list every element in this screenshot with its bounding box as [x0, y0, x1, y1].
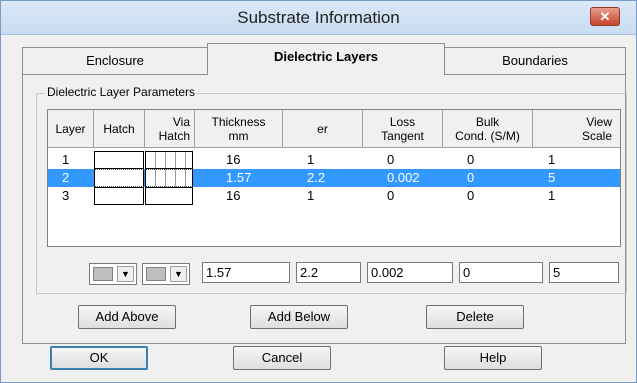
via-hatch-swatch [145, 151, 193, 169]
window-title: Substrate Information [237, 8, 400, 27]
view-scale-cell: 1 [548, 152, 556, 167]
add-below-button[interactable]: Add Below [250, 305, 348, 329]
add-above-button[interactable]: Add Above [78, 305, 176, 329]
loss-tangent-cell: 0 [387, 152, 395, 167]
thickness-cell: 1.57 [226, 170, 252, 185]
tab-enclosure[interactable]: Enclosure [22, 47, 208, 74]
title-bar: Substrate Information ✕ [1, 1, 636, 35]
close-button[interactable]: ✕ [590, 7, 620, 26]
table-row-selected[interactable]: 2 1.57 2.2 0.002 0 5 [48, 169, 620, 187]
view-scale-cell: 5 [548, 170, 556, 185]
table-row[interactable]: 3 16 1 0 0 1 [48, 187, 620, 205]
er-cell: 2.2 [307, 170, 326, 185]
layer-cell: 2 [62, 170, 70, 185]
layer-cell: 3 [62, 188, 70, 203]
loss-tangent-cell: 0.002 [387, 170, 420, 185]
dialog-window: Substrate Information ✕ Enclosure Bounda… [0, 0, 637, 383]
column-header-er: er [283, 110, 363, 148]
column-header-thickness: Thickness mm [195, 110, 283, 148]
view-scale-input[interactable]: 5 [549, 262, 619, 283]
tab-label: Boundaries [502, 53, 568, 68]
hatch-swatch [94, 187, 144, 205]
hatch-swatch [94, 151, 144, 169]
er-cell: 1 [307, 188, 315, 203]
chevron-down-icon[interactable]: ▼ [117, 266, 134, 282]
via-hatch-combo[interactable]: ▼ [142, 263, 190, 285]
thickness-cell: 16 [226, 188, 241, 203]
hatch-color-swatch [93, 267, 113, 281]
layer-cell: 1 [62, 152, 70, 167]
column-header-via-hatch: Via Hatch [145, 110, 195, 148]
bulk-cond-cell: 0 [467, 152, 475, 167]
column-header-layer: Layer [48, 110, 94, 148]
tab-label: Dielectric Layers [273, 49, 379, 64]
thickness-cell: 16 [226, 152, 241, 167]
chevron-down-icon[interactable]: ▼ [170, 266, 187, 282]
thickness-input[interactable]: 1.57 [202, 262, 290, 283]
help-button[interactable]: Help [444, 346, 542, 370]
cancel-button[interactable]: Cancel [233, 346, 331, 370]
bulk-cond-cell: 0 [467, 188, 475, 203]
loss-tangent-input[interactable]: 0.002 [367, 262, 453, 283]
tab-label: Enclosure [86, 53, 144, 68]
column-header-view-scale: View Scale [533, 110, 620, 148]
view-scale-cell: 1 [548, 188, 556, 203]
layer-table[interactable]: Layer Hatch Via Hatch Thickness mm er Loss… [47, 109, 621, 247]
via-hatch-swatch [145, 187, 193, 205]
tab-dielectric-layers[interactable]: Dielectric Layers [207, 43, 445, 75]
column-header-bulk-cond: Bulk Cond. (S/M) [443, 110, 533, 148]
via-hatch-swatch [145, 169, 193, 187]
hatch-combo[interactable]: ▼ [89, 263, 137, 285]
bulk-cond-cell: 0 [467, 170, 475, 185]
bulk-cond-input[interactable]: 0 [459, 262, 543, 283]
via-hatch-color-swatch [146, 267, 166, 281]
column-header-hatch: Hatch [94, 110, 145, 148]
group-label: Dielectric Layer Parameters [45, 85, 198, 99]
er-input[interactable]: 2.2 [296, 262, 361, 283]
er-cell: 1 [307, 152, 315, 167]
tab-boundaries[interactable]: Boundaries [444, 47, 626, 74]
ok-button[interactable]: OK [50, 346, 148, 370]
loss-tangent-cell: 0 [387, 188, 395, 203]
delete-button[interactable]: Delete [426, 305, 524, 329]
table-row[interactable]: 1 16 1 0 0 1 [48, 151, 620, 169]
hatch-swatch [94, 169, 144, 187]
column-header-loss-tangent: Loss Tangent [363, 110, 443, 148]
close-icon: ✕ [599, 9, 611, 24]
